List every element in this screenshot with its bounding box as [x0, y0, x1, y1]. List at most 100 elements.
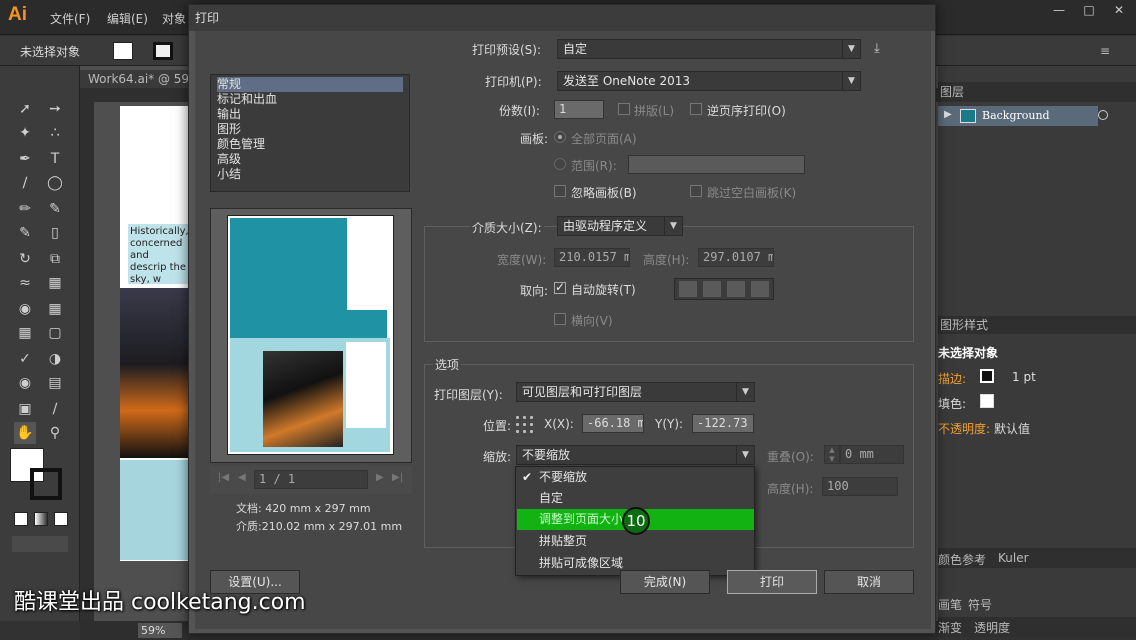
nav-general[interactable]: 常规 — [217, 77, 403, 92]
width-input[interactable]: 210.0157 m — [554, 248, 630, 267]
gradient-tool-icon[interactable]: ▢ — [44, 322, 66, 344]
portrait-icon[interactable] — [679, 281, 697, 297]
type-tool-icon[interactable]: T — [44, 148, 66, 170]
symbol-sprayer-tool-icon[interactable]: ◉ — [14, 372, 36, 394]
nav-summary[interactable]: 小结 — [217, 167, 403, 182]
pencil-tool-icon[interactable]: ✎ — [44, 198, 66, 220]
expand-arrow-icon[interactable]: ▶ — [944, 109, 952, 120]
layer-row[interactable]: ▶ Background — [938, 106, 1098, 126]
menu-object[interactable]: 对象 — [162, 10, 186, 27]
landscape-icon[interactable] — [703, 281, 721, 297]
range-radio[interactable] — [554, 158, 566, 170]
opacity-label[interactable]: 不透明度: — [938, 420, 990, 437]
direct-selection-tool-icon[interactable]: ➙ — [44, 98, 66, 120]
all-pages-radio[interactable] — [554, 131, 566, 143]
nav-color-management[interactable]: 颜色管理 — [217, 137, 403, 152]
stroke-color-box[interactable] — [30, 468, 62, 500]
slice-tool-icon[interactable]: ∕ — [44, 398, 66, 420]
fill-swatch[interactable] — [113, 42, 133, 60]
scale-height-input[interactable]: 100 — [822, 477, 898, 496]
fill-label[interactable]: 填色: — [938, 395, 966, 412]
minimize-icon[interactable]: — — [1044, 0, 1074, 20]
next-page-icon[interactable]: ▶ — [376, 472, 384, 483]
height-input[interactable]: 297.0107 m — [698, 248, 774, 267]
tab-transparency[interactable]: 透明度 — [974, 619, 1010, 636]
menu-edit[interactable]: 编辑(E) — [107, 10, 148, 27]
panel-menu-icon[interactable]: ≡ — [1100, 44, 1110, 58]
tab-symbols[interactable]: 符号 — [968, 596, 992, 613]
scale-option-custom[interactable]: 自定 — [517, 488, 754, 509]
print-layers-select[interactable]: 可见图层和可打印图层 ▼ — [516, 382, 755, 402]
nav-advanced[interactable]: 高级 — [217, 152, 403, 167]
graphic-styles-tab[interactable]: 图形样式 — [938, 316, 1136, 334]
document-tab[interactable]: Work64.ai* @ 59 — [80, 70, 190, 88]
scale-option-no-scale[interactable]: ✔ 不要缩放 — [517, 467, 754, 488]
zoom-tool-icon[interactable]: ⚲ — [44, 422, 66, 444]
layer-target-icon[interactable] — [1098, 110, 1108, 120]
paintbrush-tool-icon[interactable]: ✏ — [14, 198, 36, 220]
overlap-input[interactable]: 0 mm — [840, 445, 904, 464]
stroke-label[interactable]: 描边: — [938, 370, 966, 387]
x-input[interactable]: -66.18 m — [582, 414, 644, 433]
tab-color-guide[interactable]: 颜色参考 — [938, 551, 986, 568]
column-graph-tool-icon[interactable]: ▤ — [44, 372, 66, 394]
magic-wand-tool-icon[interactable]: ✦ — [14, 122, 36, 144]
position-grid-icon[interactable] — [514, 414, 534, 434]
print-button[interactable]: 打印 — [727, 570, 817, 594]
collate-checkbox[interactable] — [618, 103, 630, 115]
nav-marks-bleed[interactable]: 标记和出血 — [217, 92, 403, 107]
nav-graphics[interactable]: 图形 — [217, 122, 403, 137]
range-input[interactable] — [628, 155, 805, 174]
copies-input[interactable]: 1 — [554, 100, 604, 119]
ellipse-tool-icon[interactable]: ◯ — [44, 172, 66, 194]
auto-rotate-checkbox[interactable] — [554, 280, 566, 294]
ignore-artboards-checkbox[interactable] — [554, 185, 566, 197]
none-mode-icon[interactable] — [54, 512, 68, 526]
first-page-icon[interactable]: |◀ — [218, 472, 229, 483]
pen-tool-icon[interactable]: ✒ — [14, 148, 36, 170]
appearance-fill-swatch[interactable] — [980, 394, 994, 408]
reverse-order-checkbox[interactable] — [690, 103, 702, 115]
artboard-tool-icon[interactable]: ▣ — [14, 398, 36, 420]
scale-tool-icon[interactable]: ⧉ — [44, 248, 66, 270]
shape-builder-tool-icon[interactable]: ◉ — [14, 298, 36, 320]
line-tool-icon[interactable]: ∕ — [14, 172, 36, 194]
perspective-grid-tool-icon[interactable]: ▦ — [44, 298, 66, 320]
close-icon[interactable]: ✕ — [1104, 0, 1134, 20]
save-preset-icon[interactable]: ⤓ — [874, 41, 880, 56]
blob-brush-tool-icon[interactable]: ✎ — [14, 222, 36, 244]
blend-tool-icon[interactable]: ◑ — [44, 348, 66, 370]
appearance-stroke-swatch[interactable] — [980, 369, 994, 383]
tab-brushes[interactable]: 画笔 — [938, 596, 962, 613]
rotate-tool-icon[interactable]: ↻ — [14, 248, 36, 270]
preset-select[interactable]: 自定 ▼ — [557, 39, 861, 59]
cancel-button[interactable]: 取消 — [824, 570, 914, 594]
preview-page[interactable] — [227, 215, 394, 455]
layers-panel-tab[interactable]: 图层 — [938, 82, 1136, 102]
transverse-checkbox[interactable] — [554, 313, 566, 325]
hand-tool-icon[interactable]: ✋ — [14, 422, 36, 444]
reverse-portrait-icon[interactable] — [727, 281, 745, 297]
zoom-level[interactable]: 59% — [138, 623, 182, 638]
free-transform-tool-icon[interactable]: ▦ — [44, 272, 66, 294]
width-tool-icon[interactable]: ≈ — [14, 272, 36, 294]
lasso-tool-icon[interactable]: ∴ — [44, 122, 66, 144]
draw-modes[interactable] — [12, 536, 68, 552]
nav-output[interactable]: 输出 — [217, 107, 403, 122]
printer-select[interactable]: 发送至 OneNote 2013 ▼ — [557, 71, 861, 91]
last-page-icon[interactable]: ▶| — [392, 472, 403, 483]
done-button[interactable]: 完成(N) — [620, 570, 710, 594]
menu-file[interactable]: 文件(F) — [50, 10, 90, 27]
maximize-icon[interactable]: □ — [1074, 0, 1104, 20]
scale-select[interactable]: 不要缩放 ▼ — [516, 445, 755, 465]
media-size-select[interactable]: 由驱动程序定义 ▼ — [557, 216, 683, 236]
eyedropper-tool-icon[interactable]: ✓ — [14, 348, 36, 370]
selection-tool-icon[interactable]: ➚ — [14, 98, 36, 120]
prev-page-icon[interactable]: ◀ — [238, 472, 246, 483]
tab-gradient[interactable]: 渐变 — [938, 619, 962, 636]
reverse-landscape-icon[interactable] — [751, 281, 769, 297]
overlap-stepper-icon[interactable]: ▲ ▼ — [824, 445, 840, 464]
gradient-mode-icon[interactable] — [34, 512, 48, 526]
stroke-swatch[interactable] — [153, 42, 173, 60]
page-indicator[interactable]: 1 / 1 — [254, 470, 368, 489]
